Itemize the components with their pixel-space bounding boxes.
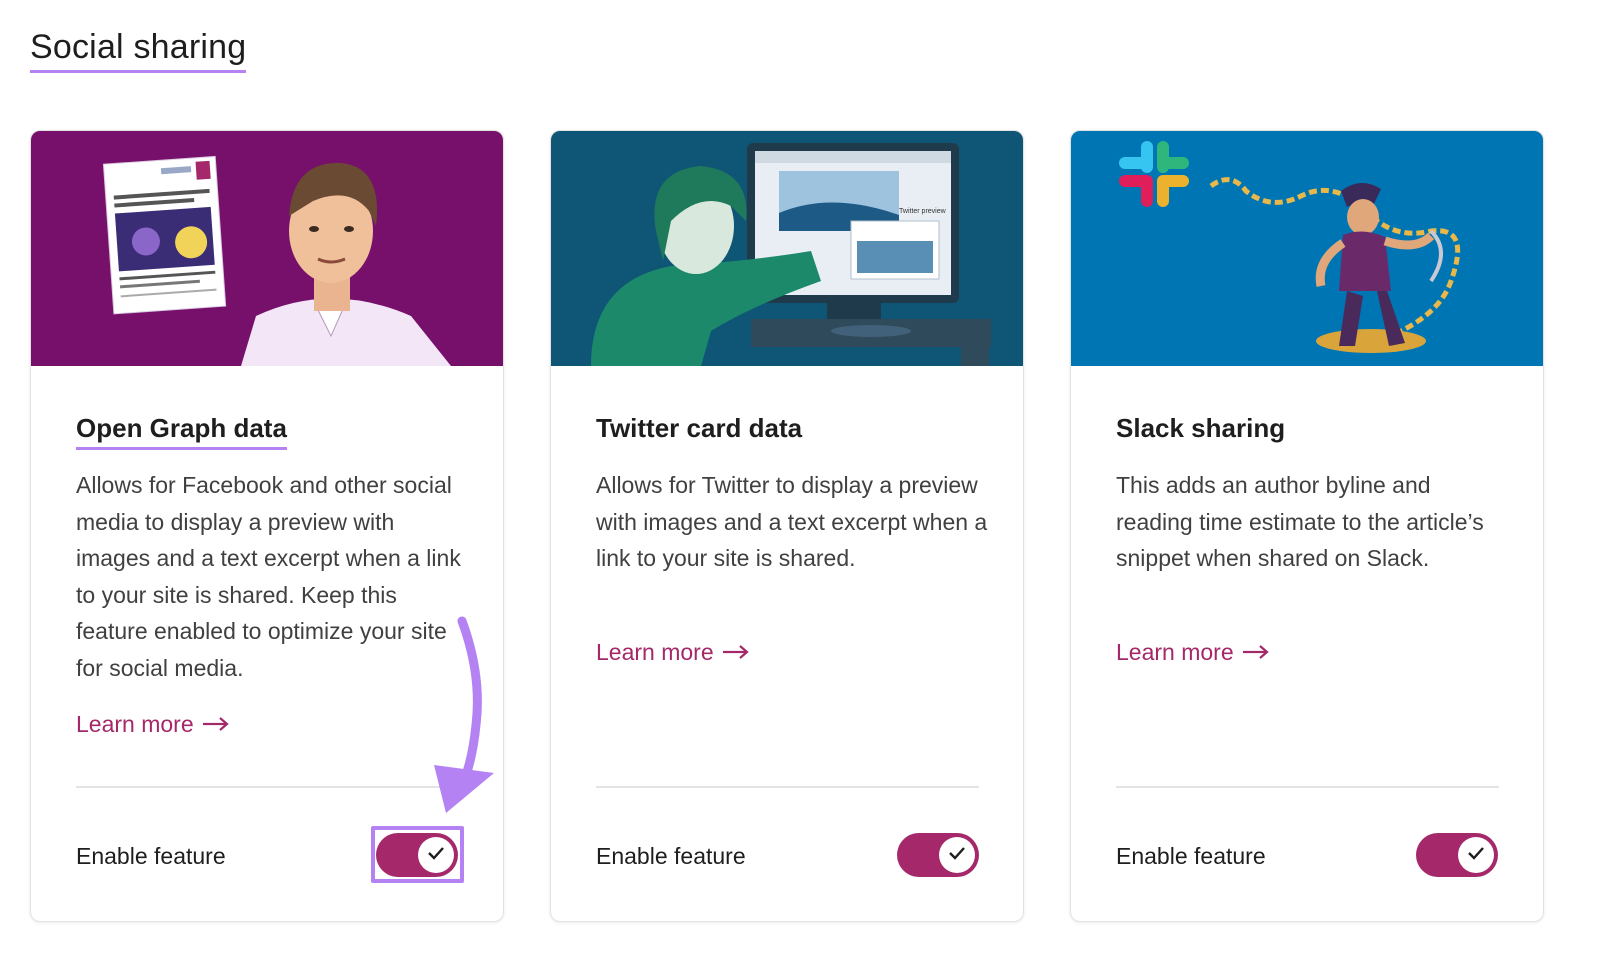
learn-more-label: Learn more bbox=[76, 711, 194, 737]
learn-more-link[interactable]: Learn more bbox=[1116, 637, 1270, 667]
card-title: Open Graph data bbox=[76, 413, 287, 450]
arrow-right-icon bbox=[722, 637, 750, 667]
feature-card-slack: Slack sharing This adds an author byline… bbox=[1070, 130, 1544, 922]
section-title: Social sharing bbox=[30, 28, 247, 73]
toggle-knob bbox=[418, 837, 454, 873]
open-graph-illustration bbox=[31, 131, 503, 366]
twitter-illustration: Twitter preview bbox=[551, 131, 1023, 366]
enable-feature-label: Enable feature bbox=[1116, 843, 1266, 869]
toggle-knob bbox=[1458, 837, 1494, 873]
enable-feature-label: Enable feature bbox=[596, 843, 746, 869]
card-title: Slack sharing bbox=[1116, 413, 1286, 443]
enable-feature-label: Enable feature bbox=[76, 843, 226, 869]
divider bbox=[76, 786, 459, 788]
card-description: Allows for Facebook and other social med… bbox=[76, 472, 461, 681]
enable-feature-toggle[interactable] bbox=[1416, 833, 1498, 877]
slack-illustration bbox=[1071, 131, 1543, 366]
feature-card-twitter: Twitter preview Twitter card data Allows… bbox=[550, 130, 1024, 922]
divider bbox=[596, 786, 979, 788]
check-icon bbox=[1467, 846, 1485, 865]
enable-feature-toggle[interactable] bbox=[376, 833, 458, 877]
learn-more-label: Learn more bbox=[1116, 639, 1234, 665]
check-icon bbox=[427, 846, 445, 865]
card-title: Twitter card data bbox=[596, 413, 803, 443]
card-description: This adds an author byline and reading t… bbox=[1116, 472, 1484, 571]
learn-more-link[interactable]: Learn more bbox=[596, 637, 750, 667]
card-description: Allows for Twitter to display a preview … bbox=[596, 472, 988, 571]
twitter-preview-text: Twitter preview bbox=[899, 208, 947, 215]
learn-more-label: Learn more bbox=[596, 639, 714, 665]
check-icon bbox=[948, 846, 966, 865]
arrow-right-icon bbox=[202, 709, 230, 739]
enable-feature-toggle[interactable] bbox=[897, 833, 979, 877]
toggle-knob bbox=[939, 837, 975, 873]
divider bbox=[1116, 786, 1499, 788]
feature-card-open-graph: Open Graph data Allows for Facebook and … bbox=[30, 130, 504, 922]
arrow-right-icon bbox=[1242, 637, 1270, 667]
learn-more-link[interactable]: Learn more bbox=[76, 709, 230, 739]
